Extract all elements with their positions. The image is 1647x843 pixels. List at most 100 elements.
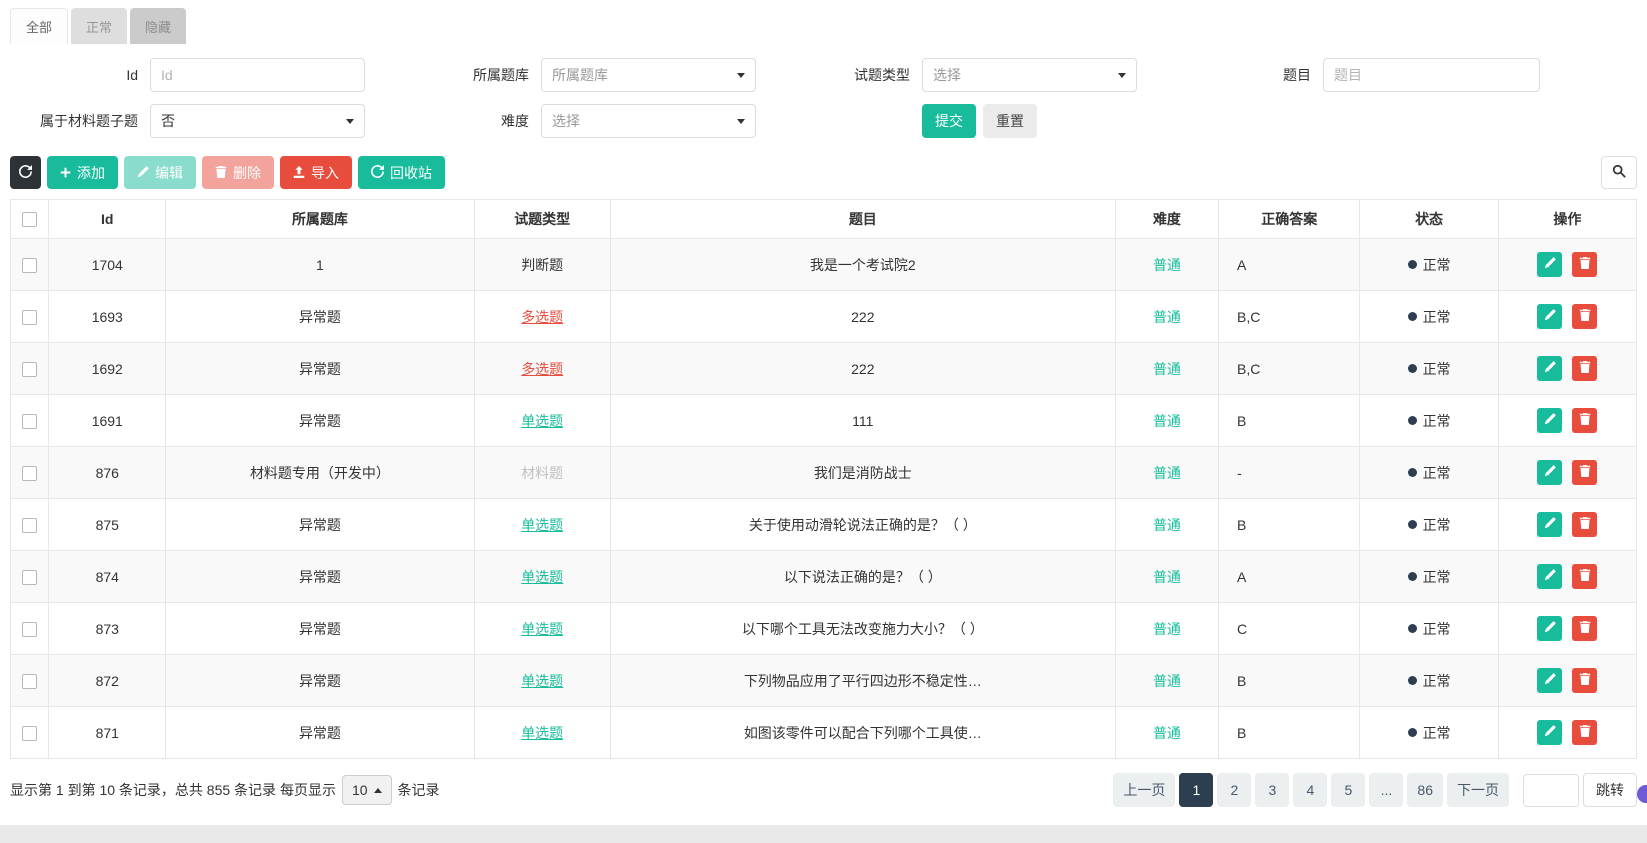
tab-normal[interactable]: 正常	[71, 8, 127, 44]
row-difficulty-link[interactable]: 普通	[1153, 413, 1181, 429]
pager: 上一页 12345...86 下一页 跳转	[1109, 773, 1637, 807]
row-delete-button[interactable]	[1572, 252, 1597, 277]
row-delete-button[interactable]	[1572, 512, 1597, 537]
page-button-4[interactable]: 4	[1293, 773, 1327, 807]
row-checkbox[interactable]	[22, 310, 37, 325]
status-dot-icon	[1408, 260, 1417, 269]
page-size-dropdown[interactable]: 10	[342, 775, 392, 805]
row-type-link[interactable]: 多选题	[521, 361, 563, 377]
row-checkbox[interactable]	[22, 674, 37, 689]
row-title: 关于使用动滑轮说法正确的是？（ ）	[610, 499, 1115, 551]
row-checkbox[interactable]	[22, 518, 37, 533]
row-edit-button[interactable]	[1537, 512, 1562, 537]
row-edit-button[interactable]	[1537, 460, 1562, 485]
next-page-button[interactable]: 下一页	[1447, 773, 1509, 807]
row-checkbox-cell	[11, 239, 49, 291]
row-delete-button[interactable]	[1572, 668, 1597, 693]
row-delete-button[interactable]	[1572, 564, 1597, 589]
prev-page-button[interactable]: 上一页	[1113, 773, 1175, 807]
page-button-1[interactable]: 1	[1179, 773, 1213, 807]
row-difficulty-link[interactable]: 普通	[1153, 257, 1181, 273]
add-button[interactable]: 添加	[47, 156, 118, 189]
row-delete-button[interactable]	[1572, 460, 1597, 485]
page-button-86[interactable]: 86	[1407, 773, 1443, 807]
row-delete-button[interactable]	[1572, 304, 1597, 329]
difficulty-filter-select[interactable]: 选择	[541, 104, 756, 138]
row-type-link[interactable]: 单选题	[521, 725, 563, 741]
table-row: 873 异常题 单选题 以下哪个工具无法改变施力大小？（ ） 普通 C 正常	[11, 603, 1637, 655]
row-edit-button[interactable]	[1537, 356, 1562, 381]
row-difficulty-link[interactable]: 普通	[1153, 725, 1181, 741]
reset-button[interactable]: 重置	[983, 104, 1037, 138]
row-edit-button[interactable]	[1537, 304, 1562, 329]
row-id: 874	[49, 551, 166, 603]
row-type-cell: 多选题	[474, 291, 610, 343]
refresh-button[interactable]	[10, 156, 41, 189]
id-filter-input[interactable]	[150, 58, 365, 92]
row-type-link[interactable]: 单选题	[521, 517, 563, 533]
jump-button[interactable]: 跳转	[1583, 773, 1637, 807]
row-type-link[interactable]: 单选题	[521, 673, 563, 689]
row-type-link[interactable]: 单选题	[521, 413, 563, 429]
jump-page-input[interactable]	[1523, 774, 1579, 807]
page-button-3[interactable]: 3	[1255, 773, 1289, 807]
bank-filter-select[interactable]: 所属题库	[541, 58, 756, 92]
row-checkbox[interactable]	[22, 466, 37, 481]
summary-suffix: 条记录	[398, 780, 440, 800]
page-list: 12345...86	[1175, 773, 1443, 807]
row-edit-button[interactable]	[1537, 564, 1562, 589]
row-type-link[interactable]: 单选题	[521, 569, 563, 585]
row-checkbox-cell	[11, 395, 49, 447]
row-difficulty-link[interactable]: 普通	[1153, 569, 1181, 585]
row-edit-button[interactable]	[1537, 252, 1562, 277]
row-delete-button[interactable]	[1572, 408, 1597, 433]
row-checkbox[interactable]	[22, 414, 37, 429]
row-delete-button[interactable]	[1572, 720, 1597, 745]
row-difficulty-link[interactable]: 普通	[1153, 517, 1181, 533]
row-type-link[interactable]: 单选题	[521, 621, 563, 637]
tab-hidden[interactable]: 隐藏	[130, 8, 186, 44]
row-id: 871	[49, 707, 166, 759]
row-status-label: 正常	[1423, 671, 1451, 691]
row-difficulty-cell: 普通	[1115, 707, 1218, 759]
row-delete-button[interactable]	[1572, 356, 1597, 381]
row-edit-button[interactable]	[1537, 616, 1562, 641]
row-answer: B,C	[1219, 343, 1360, 395]
row-type-cell: 单选题	[474, 551, 610, 603]
row-difficulty-link[interactable]: 普通	[1153, 621, 1181, 637]
type-filter-label: 试题类型	[764, 65, 914, 85]
row-delete-button[interactable]	[1572, 616, 1597, 641]
recycle-bin-button[interactable]: 回收站	[358, 156, 445, 189]
row-checkbox[interactable]	[22, 726, 37, 741]
trash-icon	[1579, 465, 1591, 480]
row-bank: 异常题	[166, 551, 474, 603]
search-button[interactable]	[1601, 156, 1637, 189]
submit-button[interactable]: 提交	[922, 104, 976, 138]
row-type-link[interactable]: 判断题	[521, 257, 563, 273]
row-checkbox[interactable]	[22, 258, 37, 273]
row-difficulty-link[interactable]: 普通	[1153, 465, 1181, 481]
row-status-cell: 正常	[1360, 395, 1498, 447]
row-checkbox[interactable]	[22, 570, 37, 585]
row-type-link[interactable]: 材料题	[521, 465, 563, 481]
import-button[interactable]: 导入	[280, 156, 352, 189]
row-edit-button[interactable]	[1537, 720, 1562, 745]
page-button-2[interactable]: 2	[1217, 773, 1251, 807]
row-difficulty-link[interactable]: 普通	[1153, 309, 1181, 325]
tab-all[interactable]: 全部	[10, 8, 68, 44]
row-checkbox[interactable]	[22, 622, 37, 637]
select-all-checkbox[interactable]	[22, 212, 37, 227]
row-type-link[interactable]: 多选题	[521, 309, 563, 325]
row-difficulty-link[interactable]: 普通	[1153, 361, 1181, 377]
filter-buttons: 提交 重置	[922, 104, 1137, 138]
row-checkbox[interactable]	[22, 362, 37, 377]
type-filter-select[interactable]: 选择	[922, 58, 1137, 92]
row-edit-button[interactable]	[1537, 408, 1562, 433]
title-filter-input[interactable]	[1323, 58, 1540, 92]
edit-button[interactable]: 编辑	[124, 156, 196, 189]
page-button-5[interactable]: 5	[1331, 773, 1365, 807]
material-sub-filter-select[interactable]: 否	[150, 104, 365, 138]
delete-button[interactable]: 删除	[202, 156, 274, 189]
row-difficulty-link[interactable]: 普通	[1153, 673, 1181, 689]
row-edit-button[interactable]	[1537, 668, 1562, 693]
